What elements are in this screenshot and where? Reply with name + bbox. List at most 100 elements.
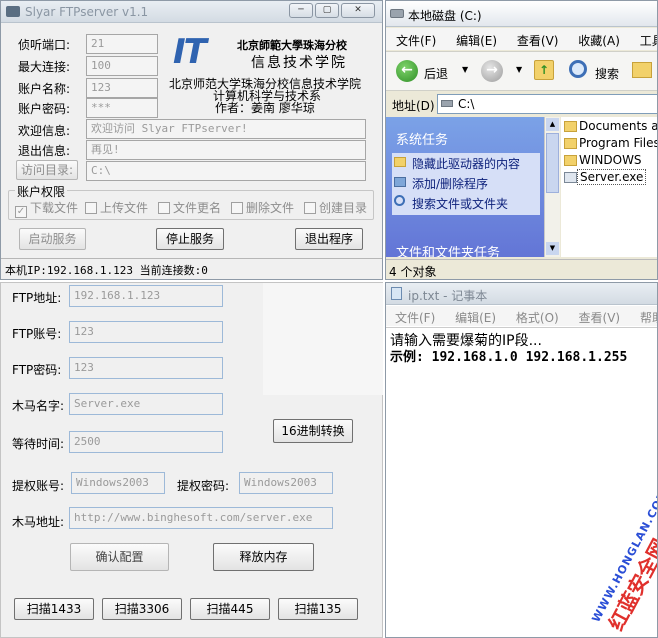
checkbox-box (304, 202, 316, 214)
notepad-menubar: 文件(F) 编辑(E) 格式(O) 查看(V) 帮助(H) (386, 306, 657, 326)
ftpserver-titlebar[interactable]: Slyar FTPserver v1.1 ─ ▢ ✕ (1, 1, 382, 23)
scan-3306-button[interactable]: 扫描3306 (102, 598, 182, 620)
scan-445-button[interactable]: 扫描445 (190, 598, 270, 620)
ftp-user-field[interactable]: 123 (69, 321, 223, 343)
notepad-menu-file[interactable]: 文件(F) (395, 311, 435, 325)
priv-password-field[interactable]: Windows2003 (239, 472, 333, 494)
ftp-password-field[interactable]: 123 (69, 357, 223, 379)
back-label[interactable]: 后退 (424, 65, 448, 82)
file-item-server-exe[interactable]: Server.exe (577, 169, 647, 185)
logo-school-name: 北京師範大學珠海分校 (237, 39, 347, 52)
ftp-address-field[interactable]: 192.168.1.123 (69, 285, 223, 307)
address-value: C:\ (458, 97, 475, 111)
ftpserver-statusbar: 本机IP:192.168.1.123 当前连接数:0 (1, 258, 382, 279)
checkbox-box (158, 202, 170, 214)
notepad-menu-help[interactable]: 帮助(H) (640, 311, 657, 325)
folder-icon (564, 121, 577, 132)
account-name-label: 账户名称: (18, 82, 71, 96)
file-item-documents[interactable]: Documents and (579, 119, 657, 133)
trojan-config-window: FTP地址: 192.168.1.123 FTP账号: 123 FTP密码: 1… (0, 282, 383, 638)
file-tasks-title[interactable]: 文件和文件夹任务 (396, 242, 500, 257)
up-folder-icon[interactable]: ↑ (534, 60, 554, 80)
start-service-button[interactable]: 启动服务 (19, 228, 86, 250)
logo-it-mark: IT (173, 32, 207, 72)
perm-download-checkbox[interactable]: ✓ 下载文件 (15, 199, 78, 218)
task-pane-scrollbar[interactable]: ▲ ▼ (544, 117, 560, 257)
perm-rename-checkbox[interactable]: 文件更名 (158, 199, 221, 216)
app-icon (6, 6, 20, 17)
trojan-name-label: 木马名字: (12, 399, 65, 413)
priv-user-field[interactable]: Windows2003 (71, 472, 165, 494)
status-text: 本机IP:192.168.1.123 当前连接数:0 (5, 264, 208, 277)
exit-msg-field[interactable]: 再见! (86, 140, 366, 160)
task-search[interactable]: 搜索文件或文件夹 (412, 195, 508, 212)
notepad-menu-view[interactable]: 查看(V) (579, 311, 621, 325)
perm-mkdir-checkbox[interactable]: 创建目录 (304, 199, 367, 216)
ftp-address-label: FTP地址: (12, 291, 62, 305)
checkbox-box (85, 202, 97, 214)
stop-service-button[interactable]: 停止服务 (156, 228, 224, 250)
welcome-field[interactable]: 欢迎访问 Slyar FTPserver! (86, 119, 366, 139)
perm-upload-checkbox[interactable]: 上传文件 (85, 199, 148, 216)
port-field[interactable]: 21 (86, 34, 158, 54)
close-button[interactable]: ✕ (341, 3, 375, 18)
scroll-up-icon[interactable]: ▲ (546, 118, 559, 131)
scan-1433-button[interactable]: 扫描1433 (14, 598, 94, 620)
system-tasks-title[interactable]: 系统任务 (396, 129, 448, 148)
exe-icon (564, 172, 577, 183)
menu-tools[interactable]: 工具(T) (640, 34, 657, 48)
notepad-menu-format[interactable]: 格式(O) (516, 311, 559, 325)
priv-user-label: 提权账号: (12, 479, 65, 493)
perm-delete-label: 删除文件 (246, 201, 295, 215)
priv-password-label: 提权密码: (177, 479, 230, 493)
notepad-titlebar[interactable]: ip.txt - 记事本 (386, 283, 657, 305)
max-conn-field[interactable]: 100 (86, 56, 158, 76)
account-name-field[interactable]: 123 (86, 78, 158, 98)
menu-view[interactable]: 查看(V) (517, 34, 559, 48)
explorer-title: 本地磁盘 (C:) (408, 9, 482, 23)
permission-group-title: 账户权限 (15, 183, 68, 200)
browse-dir-button[interactable]: 访问目录: (16, 160, 78, 180)
notepad-line-2: 示例: 192.168.1.0 192.168.1.255 (390, 350, 628, 365)
hex-convert-button[interactable]: 16进制转换 (273, 419, 353, 443)
notepad-menu-edit[interactable]: 编辑(E) (455, 311, 496, 325)
minimize-button[interactable]: ─ (289, 3, 313, 18)
back-dropdown-icon[interactable]: ▼ (462, 65, 468, 74)
menu-edit[interactable]: 编辑(E) (456, 34, 497, 48)
wait-time-field[interactable]: 2500 (69, 431, 223, 453)
trojan-url-field[interactable]: http://www.binghesoft.com/server.exe (69, 507, 333, 529)
trojan-name-field[interactable]: Server.exe (69, 393, 223, 415)
scroll-thumb[interactable] (546, 133, 559, 193)
search-icon[interactable] (569, 60, 587, 78)
notepad-icon (391, 287, 402, 300)
task-hide-drive[interactable]: 隐藏此驱动器的内容 (412, 155, 520, 172)
scan-135-button[interactable]: 扫描135 (278, 598, 358, 620)
welcome-label: 欢迎信息: (18, 124, 71, 138)
author-line: 作者：姜南 廖华琼 (215, 101, 315, 115)
maximize-button[interactable]: ▢ (315, 3, 339, 18)
task-add-remove[interactable]: 添加/删除程序 (412, 175, 488, 192)
file-item-windows[interactable]: WINDOWS (579, 153, 642, 167)
port-label: 侦听端口: (18, 38, 71, 52)
forward-arrow-icon[interactable]: → (481, 60, 503, 82)
folders-icon[interactable] (632, 62, 652, 78)
task-pane: 系统任务 隐藏此驱动器的内容 添加/删除程序 搜索文件或文件夹 文件和文件夹任务 (386, 117, 544, 257)
explorer-titlebar[interactable]: 本地磁盘 (C:) (386, 1, 657, 27)
file-item-program-files[interactable]: Program Files (579, 136, 657, 150)
back-arrow-icon[interactable]: ← (396, 60, 418, 82)
forward-dropdown-icon[interactable]: ▼ (516, 65, 522, 74)
menu-favorites[interactable]: 收藏(A) (578, 34, 620, 48)
address-input[interactable]: C:\ (437, 94, 657, 114)
perm-delete-checkbox[interactable]: 删除文件 (231, 199, 294, 216)
scroll-down-icon[interactable]: ▼ (546, 242, 559, 255)
window-title: Slyar FTPserver v1.1 (25, 5, 149, 19)
account-password-field[interactable]: *** (86, 98, 158, 118)
search-label[interactable]: 搜索 (595, 65, 619, 82)
release-memory-button[interactable]: 释放内存 (213, 543, 314, 571)
confirm-config-button[interactable]: 确认配置 (70, 543, 169, 571)
exit-program-button[interactable]: 退出程序 (295, 228, 363, 250)
menu-file[interactable]: 文件(F) (396, 34, 436, 48)
dir-field[interactable]: C:\ (86, 161, 366, 181)
perm-upload-label: 上传文件 (100, 201, 149, 215)
exit-msg-label: 退出信息: (18, 144, 71, 158)
